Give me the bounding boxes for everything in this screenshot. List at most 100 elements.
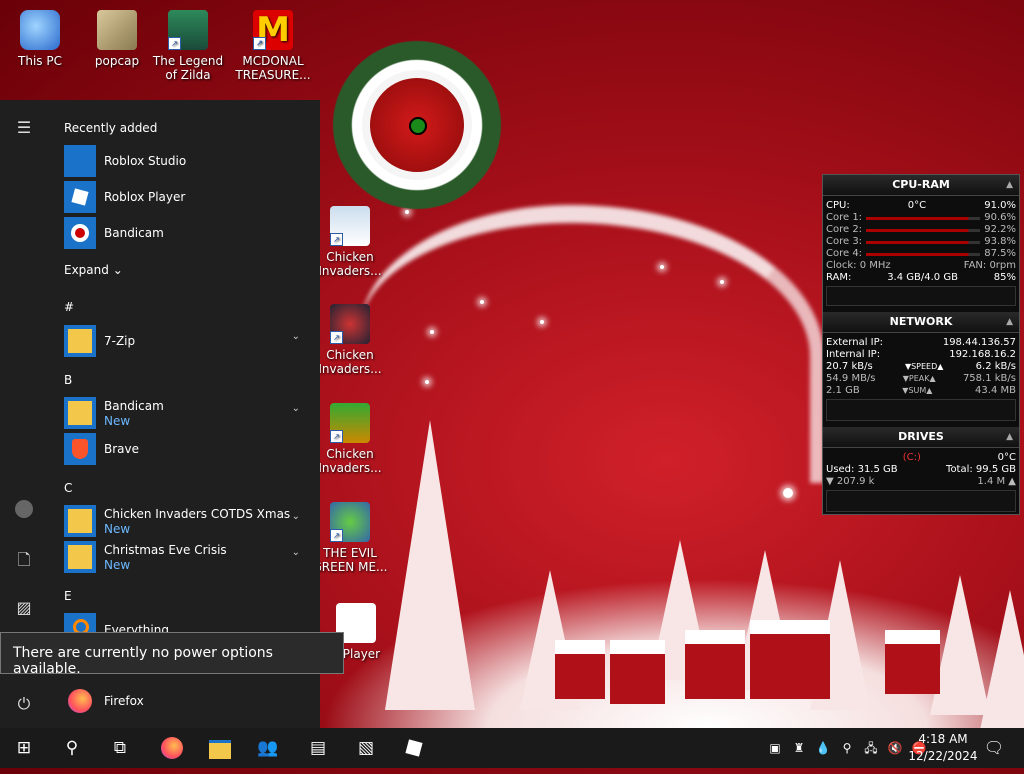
firefox-icon bbox=[64, 685, 96, 717]
wallpaper-house bbox=[610, 640, 665, 704]
shortcut-arrow-icon: ↗ bbox=[168, 37, 181, 50]
windows-logo-icon: ⊞ bbox=[16, 738, 32, 758]
search-button[interactable]: ⚲ bbox=[48, 728, 96, 768]
tray-app-icon[interactable]: ♜ bbox=[791, 740, 807, 756]
documents-icon[interactable]: 🗋 bbox=[12, 548, 36, 572]
desktop-icon-chicken-invaders-3[interactable]: ↗ Chicken Invaders... bbox=[312, 397, 388, 475]
app-7zip[interactable]: 7-Zip ⌄ bbox=[64, 325, 304, 357]
core-bar bbox=[866, 240, 981, 244]
core-row: Core 3: 93.8% bbox=[823, 236, 1019, 248]
volume-muted-icon[interactable]: 🔇 bbox=[887, 740, 903, 756]
messenger-icon: ↗ bbox=[330, 502, 370, 542]
task-view-button[interactable]: ⧉ bbox=[96, 728, 144, 768]
core-row: Core 4: 87.5% bbox=[823, 248, 1019, 260]
collapse-icon[interactable]: ▲ bbox=[1006, 427, 1013, 447]
clock-gadget[interactable] bbox=[322, 30, 512, 220]
wallpaper-star bbox=[425, 380, 429, 384]
app-roblox-player[interactable]: Roblox Player bbox=[64, 181, 304, 213]
start-button[interactable]: ⊞ bbox=[0, 728, 48, 768]
user-avatar-icon[interactable] bbox=[12, 500, 36, 524]
app-name: Roblox Player bbox=[104, 190, 186, 204]
ram-percent: 85% bbox=[993, 272, 1016, 283]
network-title: NETWORK ▲ bbox=[823, 312, 1019, 333]
sum-up: 43.4 MB bbox=[975, 385, 1016, 396]
wallpaper-house bbox=[750, 620, 830, 699]
clock-date: 12/22/2024 bbox=[908, 749, 978, 763]
power-icon[interactable]: ⏻ bbox=[12, 692, 36, 716]
collapse-icon[interactable]: ▲ bbox=[1006, 175, 1013, 195]
section-letter[interactable]: B bbox=[64, 373, 72, 387]
app-name: Christmas Eve Crisis bbox=[104, 543, 227, 557]
app-icon: ▧ bbox=[357, 738, 375, 758]
desktop-icon-popcap[interactable]: popcap bbox=[79, 4, 155, 68]
app-name: Bandicam bbox=[104, 226, 164, 240]
internal-ip-row: Internal IP: 192.168.16.2 bbox=[823, 349, 1019, 361]
ram-row: RAM: 3.4 GB/4.0 GB 85% bbox=[823, 272, 1019, 284]
taskbar-app[interactable]: ▧ bbox=[342, 728, 390, 768]
taskbar-app[interactable]: ▤ bbox=[294, 728, 342, 768]
peak-down: 54.9 MB/s bbox=[826, 373, 876, 384]
bandicam-icon bbox=[64, 217, 96, 249]
shortcut-arrow-icon: ↗ bbox=[253, 37, 266, 50]
chevron-down-icon[interactable]: ⌄ bbox=[292, 511, 300, 522]
notifications-button[interactable]: 🗨 bbox=[970, 728, 1018, 768]
drive-total: Total: 99.5 GB bbox=[946, 464, 1016, 475]
taskbar-messenger[interactable]: 👥 bbox=[244, 728, 292, 768]
clock-time: 4:18 AM bbox=[918, 732, 968, 746]
external-ip-row: External IP: 198.44.136.57 bbox=[823, 337, 1019, 349]
desktop-icon-label: THE EVIL GREEN ME... bbox=[312, 546, 388, 574]
speed-label: ▼SPEED▲ bbox=[904, 362, 944, 371]
chevron-down-icon[interactable]: ⌄ bbox=[292, 403, 300, 414]
taskbar-clock[interactable]: 4:18 AM 12/22/2024 bbox=[908, 731, 978, 765]
core-bar bbox=[866, 216, 981, 220]
taskbar-file-explorer[interactable] bbox=[196, 728, 244, 768]
desktop-icon-chicken-invaders-1[interactable]: ↗ Chicken Invaders... bbox=[312, 200, 388, 278]
shortcut-arrow-icon: ↗ bbox=[330, 430, 343, 443]
peak-label-text: PEAK bbox=[908, 374, 930, 383]
cpu-temp: 0°C bbox=[907, 200, 927, 211]
network-graph bbox=[826, 399, 1016, 421]
sum-row: 2.1 GB ▼SUM▲ 43.4 MB bbox=[823, 385, 1019, 397]
chevron-down-icon: ⌄ bbox=[112, 263, 123, 277]
expand-button[interactable]: Expand ⌄ bbox=[64, 263, 123, 277]
app-firefox[interactable]: Firefox bbox=[64, 685, 304, 717]
section-letter[interactable]: # bbox=[64, 300, 74, 314]
taskbar-roblox[interactable] bbox=[390, 728, 438, 768]
tray-app-icon[interactable]: ▣ bbox=[767, 740, 783, 756]
network-icon[interactable]: 🖧 bbox=[863, 740, 879, 756]
task-view-icon: ⧉ bbox=[113, 738, 127, 758]
tray-drop-icon[interactable]: 💧 bbox=[815, 740, 831, 756]
expand-label: Expand bbox=[64, 263, 109, 277]
desktop-icon-chicken-invaders-2[interactable]: ↗ Chicken Invaders... bbox=[312, 298, 388, 376]
drive-read-value: 207.9 k bbox=[836, 476, 875, 487]
desktop-icon-legend-of-zilda[interactable]: ↗ The Legend of Zilda bbox=[150, 4, 226, 82]
desktop-icon-this-pc[interactable]: This PC bbox=[2, 4, 78, 68]
collapse-icon[interactable]: ▲ bbox=[1006, 312, 1013, 332]
desktop-icon-evil-green-me[interactable]: ↗ THE EVIL GREEN ME... bbox=[312, 496, 388, 574]
sum-down: 2.1 GB bbox=[826, 385, 860, 396]
firefox-icon bbox=[161, 737, 183, 759]
pictures-icon[interactable]: ▨ bbox=[12, 596, 36, 620]
cpu-ram-title: CPU-RAM ▲ bbox=[823, 175, 1019, 196]
chevron-down-icon[interactable]: ⌄ bbox=[292, 547, 300, 558]
app-chicken-invaders-cotds[interactable]: Chicken Invaders COTDS Xmas New ⌄ bbox=[64, 505, 304, 537]
app-bandicam-recent[interactable]: Bandicam bbox=[64, 217, 304, 249]
desktop-icon-mcdonal-treasure[interactable]: M ↗ MCDONAL TREASURE... bbox=[235, 4, 311, 82]
taskbar-firefox[interactable] bbox=[148, 728, 196, 768]
app-bandicam-folder[interactable]: Bandicam New ⌄ bbox=[64, 397, 304, 429]
hamburger-menu-icon[interactable]: ☰ bbox=[12, 116, 36, 140]
section-letter[interactable]: C bbox=[64, 481, 72, 495]
app-christmas-eve-crisis[interactable]: Christmas Eve Crisis New ⌄ bbox=[64, 541, 304, 573]
folder-icon bbox=[64, 505, 96, 537]
roblox-player-icon bbox=[64, 181, 96, 213]
wallpaper-house bbox=[555, 640, 605, 699]
external-ip-label: External IP: bbox=[826, 337, 884, 348]
tray-search-icon[interactable]: ⚲ bbox=[839, 740, 855, 756]
wallpaper-star bbox=[660, 265, 664, 269]
folder-icon bbox=[64, 541, 96, 573]
app-name: Roblox Studio bbox=[104, 154, 187, 168]
app-roblox-studio[interactable]: Roblox Studio bbox=[64, 145, 304, 177]
app-brave[interactable]: Brave bbox=[64, 433, 304, 465]
chevron-down-icon[interactable]: ⌄ bbox=[292, 331, 300, 342]
section-letter[interactable]: E bbox=[64, 589, 72, 603]
